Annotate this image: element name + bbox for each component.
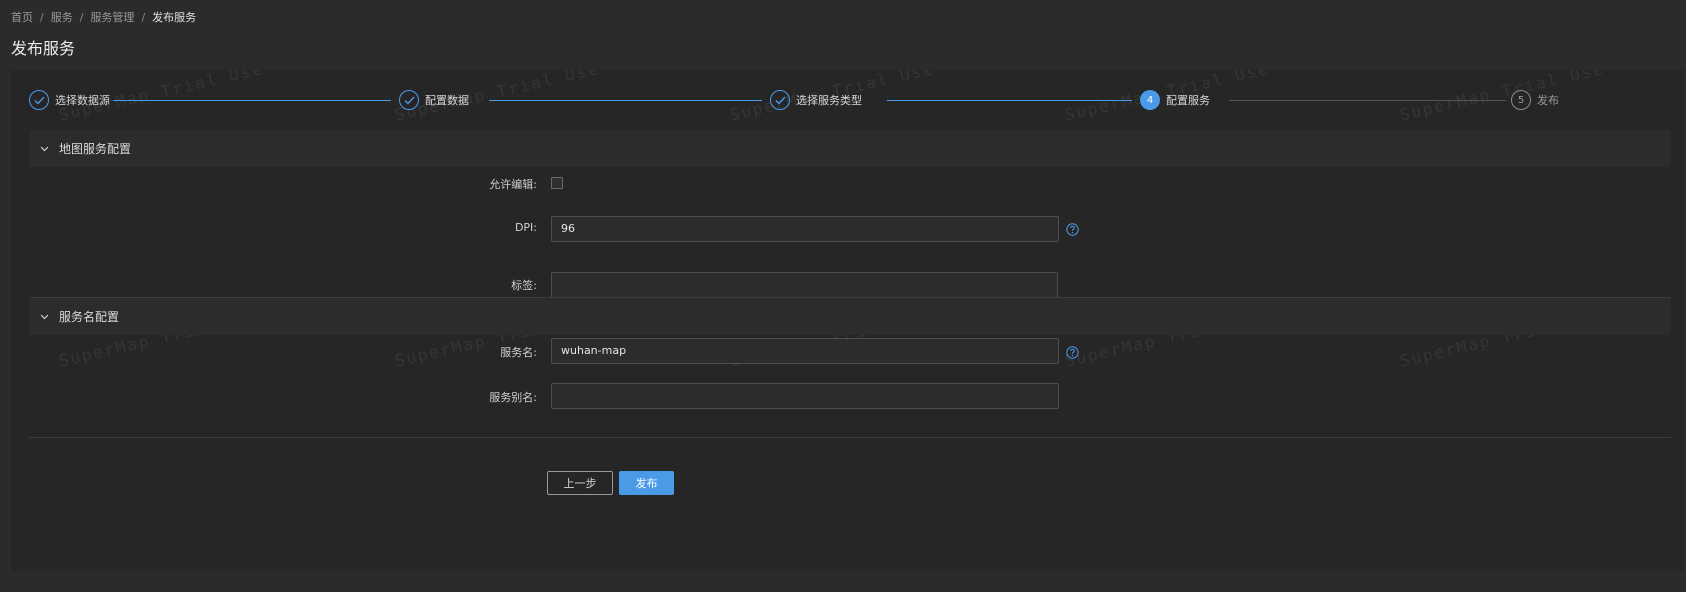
step-number-icon: 5 bbox=[1511, 90, 1531, 110]
help-icon[interactable] bbox=[1066, 221, 1079, 236]
breadcrumb-home[interactable]: 首页 bbox=[11, 9, 33, 25]
step-select-datasource[interactable]: 选择数据源 bbox=[29, 90, 110, 110]
form-divider bbox=[29, 437, 1671, 438]
breadcrumb-services[interactable]: 服务 bbox=[51, 9, 73, 25]
dpi-input[interactable]: 96 bbox=[551, 216, 1059, 242]
step-connector bbox=[489, 100, 762, 101]
allow-edit-label: 允许编辑: bbox=[489, 178, 537, 191]
step-config-data[interactable]: 配置数据 bbox=[399, 90, 469, 110]
tags-label: 标签: bbox=[511, 279, 537, 292]
check-icon bbox=[399, 90, 419, 110]
step-label: 发布 bbox=[1537, 94, 1559, 107]
section-title: 服务名配置 bbox=[59, 310, 120, 324]
map-config-section-header[interactable]: 地图服务配置 bbox=[29, 130, 1671, 167]
section-title: 地图服务配置 bbox=[59, 142, 132, 156]
step-connector bbox=[113, 100, 391, 101]
service-name-input[interactable]: wuhan-map bbox=[551, 338, 1059, 364]
chevron-down-icon bbox=[29, 314, 59, 320]
name-config-section-header[interactable]: 服务名配置 bbox=[29, 298, 1671, 335]
dpi-label: DPI: bbox=[514, 221, 537, 234]
page-title: 发布服务 bbox=[11, 39, 76, 58]
breadcrumb-current: 发布服务 bbox=[152, 11, 197, 24]
step-connector bbox=[887, 100, 1132, 101]
check-icon bbox=[770, 90, 790, 110]
service-alias-input[interactable] bbox=[551, 383, 1059, 409]
prev-step-button[interactable]: 上一步 bbox=[547, 471, 613, 495]
step-config-service[interactable]: 4 配置服务 bbox=[1140, 90, 1210, 110]
breadcrumb-separator: / bbox=[40, 10, 44, 24]
step-label: 选择数据源 bbox=[55, 94, 110, 107]
chevron-down-icon bbox=[29, 146, 59, 152]
step-connector bbox=[1229, 100, 1506, 101]
breadcrumb-separator: / bbox=[79, 10, 84, 24]
step-number-icon: 4 bbox=[1140, 90, 1160, 110]
service-alias-label: 服务别名: bbox=[489, 391, 537, 404]
allow-edit-checkbox[interactable] bbox=[551, 177, 563, 189]
breadcrumb: 首页 / 服务 / 服务管理 / 发布服务 bbox=[11, 9, 196, 25]
breadcrumb-separator: / bbox=[141, 10, 146, 24]
step-select-service-type[interactable]: 选择服务类型 bbox=[770, 90, 862, 110]
step-label: 配置服务 bbox=[1166, 94, 1210, 107]
steps-bar: 选择数据源 配置数据 选择服务类型 4 配置服务 5 发布 bbox=[29, 90, 1684, 110]
step-label: 配置数据 bbox=[425, 94, 469, 107]
step-label: 选择服务类型 bbox=[796, 94, 862, 107]
publish-card: SuperMap Trial Use SuperMap Trial Use Su… bbox=[11, 70, 1684, 571]
check-icon bbox=[29, 90, 49, 110]
publish-button[interactable]: 发布 bbox=[619, 471, 674, 495]
help-icon[interactable] bbox=[1066, 344, 1079, 359]
step-publish[interactable]: 5 发布 bbox=[1511, 90, 1559, 110]
service-name-label: 服务名: bbox=[500, 346, 537, 359]
tags-input[interactable] bbox=[551, 272, 1058, 298]
breadcrumb-service-management[interactable]: 服务管理 bbox=[90, 9, 134, 25]
